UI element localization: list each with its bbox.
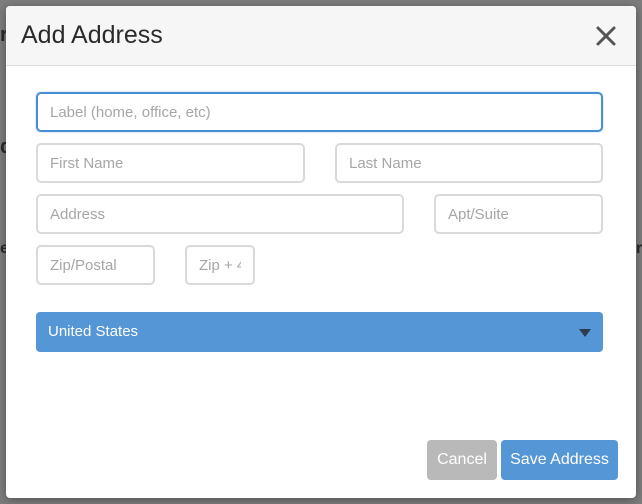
cancel-button[interactable]: Cancel: [427, 440, 497, 480]
country-select[interactable]: United States: [36, 312, 603, 352]
last-name-input[interactable]: [335, 143, 603, 183]
save-address-button[interactable]: Save Address: [501, 440, 618, 480]
country-select-value: United States: [48, 323, 139, 340]
close-icon: [596, 26, 616, 46]
chevron-down-icon: [579, 329, 591, 337]
background-page-fragment: r: [636, 240, 642, 257]
dialog-title: Add Address: [21, 21, 163, 49]
zip-postal-input[interactable]: [36, 245, 155, 285]
close-button[interactable]: [592, 22, 620, 50]
add-address-dialog: Add Address United States Cancel Save Ad…: [6, 6, 636, 498]
first-name-input[interactable]: [36, 143, 305, 183]
address-input[interactable]: [36, 194, 404, 234]
zip-plus-four-input[interactable]: [185, 245, 255, 285]
apt-suite-input[interactable]: [434, 194, 603, 234]
dialog-header: Add Address: [6, 6, 636, 66]
label-input[interactable]: [36, 92, 603, 132]
